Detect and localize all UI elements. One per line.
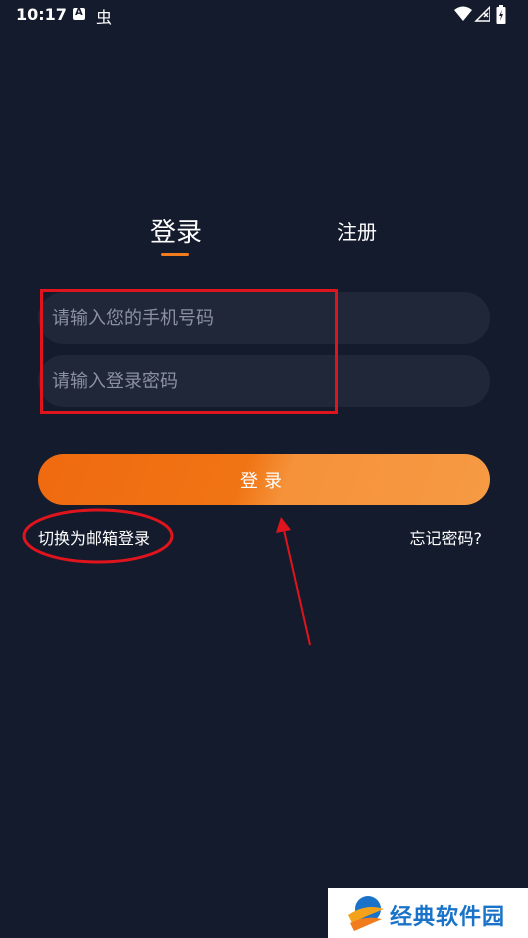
status-icons — [454, 5, 514, 25]
switch-email-login-link[interactable]: 切换为邮箱登录 — [38, 525, 150, 549]
battery-icon — [496, 5, 506, 24]
status-bar: 10:17 A 虫 — [0, 0, 528, 30]
login-screen: 10:17 A 虫 登录 注册 登录 切换为邮箱登录 忘记密码? — [0, 0, 528, 938]
watermark-logo-icon — [348, 896, 384, 931]
password-input[interactable] — [38, 355, 490, 407]
watermark-text: 经典软件园 — [390, 905, 506, 930]
tab-register[interactable]: 注册 — [337, 216, 377, 245]
a-icon-letter: A — [75, 7, 83, 18]
watermark: 经典软件园 — [328, 888, 528, 938]
tab-login[interactable]: 登录 — [150, 212, 202, 249]
status-time: 10:17 — [16, 5, 67, 24]
accessibility-a-icon: A — [73, 7, 85, 20]
signal-icon — [474, 6, 490, 22]
annotation-arrow-line — [283, 529, 311, 646]
forgot-password-link[interactable]: 忘记密码? — [410, 525, 483, 549]
annotation-arrow-head — [276, 517, 291, 533]
bug-app-icon: 虫 — [96, 8, 113, 27]
login-button[interactable]: 登录 — [38, 454, 490, 505]
phone-input[interactable] — [38, 292, 490, 344]
wifi-icon — [454, 6, 472, 21]
tab-active-indicator — [161, 253, 189, 256]
